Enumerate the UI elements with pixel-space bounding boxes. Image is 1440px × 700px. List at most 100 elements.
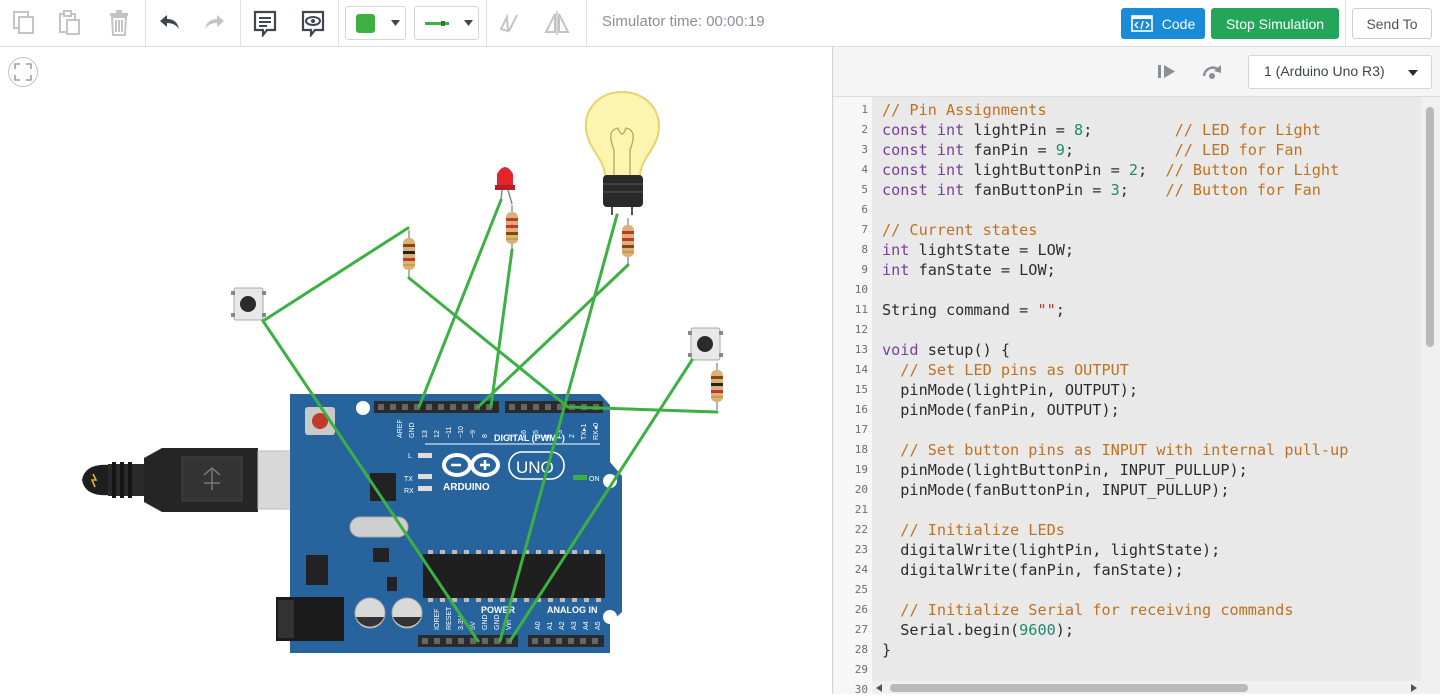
code-icon <box>1130 15 1153 32</box>
svg-text:L: L <box>408 453 412 460</box>
code-line[interactable]: digitalWrite(fanPin, fanState); <box>882 560 1183 580</box>
horizontal-scrollbar[interactable] <box>872 681 1421 694</box>
code-line[interactable]: const int fanButtonPin = 3; // Button fo… <box>882 180 1321 200</box>
svg-text:A1: A1 <box>547 621 554 630</box>
scroll-right-icon[interactable] <box>1411 684 1417 692</box>
line-number: 9 <box>861 263 868 276</box>
line-number-gutter: 1 2 3 4 5 6 7 8 9 10 11 12 13 14 15 16 17 18 19 20 21 22 23 24 2… <box>834 97 872 696</box>
circuit-canvas[interactable]: AREF GND 13 12 ~11 ~10 ~9 8 7 ~6 ~5 4 ~3… <box>0 47 832 694</box>
code-token: ); <box>1055 621 1075 639</box>
svg-text:IOREF: IOREF <box>434 609 441 630</box>
resistor-3[interactable] <box>622 218 634 265</box>
resistor-4[interactable] <box>711 363 723 410</box>
code-token: fanPin = <box>964 141 1056 159</box>
scroll-left-icon[interactable] <box>876 684 882 692</box>
line-number: 30 <box>854 683 868 696</box>
notes-icon[interactable] <box>248 6 282 40</box>
chevron-down-icon <box>391 20 400 26</box>
svg-text:ANALOG IN: ANALOG IN <box>547 605 598 615</box>
code-line[interactable]: // Set LED pins as OUTPUT <box>882 360 1129 380</box>
arduino-uno-board[interactable]: AREF GND 13 12 ~11 ~10 ~9 8 7 ~6 ~5 4 ~3… <box>276 394 622 653</box>
mirror-icon[interactable] <box>492 6 526 40</box>
code-line[interactable]: const int lightPin = 8; // LED for Light <box>882 120 1321 140</box>
svg-text:A5: A5 <box>595 621 602 630</box>
code-line[interactable]: int fanState = LOW; <box>882 260 1056 280</box>
code-token: lightButtonPin = <box>964 161 1129 179</box>
copy-icon[interactable] <box>7 6 41 40</box>
code-token: const int <box>882 181 965 199</box>
code-line[interactable]: } <box>882 640 891 660</box>
code-line[interactable]: int lightState = LOW; <box>882 240 1074 260</box>
svg-text:TX▸1: TX▸1 <box>581 424 588 440</box>
svg-text:12: 12 <box>434 430 441 438</box>
code-line[interactable]: // Current states <box>882 220 1037 240</box>
code-button[interactable]: Code <box>1121 8 1205 39</box>
code-line[interactable]: const int fanPin = 9; // LED for Fan <box>882 140 1303 160</box>
color-dropdown[interactable] <box>345 6 406 40</box>
device-select[interactable]: 1 (Arduino Uno R3) <box>1248 55 1432 89</box>
simulator-time: Simulator time: 00:00:19 <box>602 13 765 30</box>
code-line[interactable]: pinMode(lightPin, OUTPUT); <box>882 380 1138 400</box>
code-line[interactable]: // Initialize Serial for receiving comma… <box>882 600 1293 620</box>
color-swatch <box>356 14 375 33</box>
code-editor[interactable]: // Pin Assignments const int lightPin = 8… <box>872 97 1422 687</box>
code-line[interactable]: const int lightButtonPin = 2; // Button … <box>882 160 1339 180</box>
step-icon[interactable] <box>1158 64 1176 79</box>
code-token: // Pin Assignments <box>882 101 1047 119</box>
line-number: 28 <box>854 643 868 656</box>
code-token: const int <box>882 141 965 159</box>
code-line[interactable]: pinMode(fanButtonPin, INPUT_PULLUP); <box>882 480 1229 500</box>
svg-text:GND: GND <box>482 614 489 630</box>
code-token: } <box>882 641 892 659</box>
code-token: ; <box>1119 181 1166 199</box>
wire-style-dropdown[interactable] <box>414 6 479 40</box>
resistor-1[interactable] <box>403 230 415 278</box>
push-button-light[interactable] <box>231 287 266 321</box>
debugger-icon[interactable] <box>1201 62 1223 80</box>
code-button-label: Code <box>1161 15 1196 32</box>
code-token: // Button for Light <box>1165 161 1340 179</box>
code-line[interactable]: // Pin Assignments <box>882 100 1047 120</box>
code-line[interactable]: Serial.begin(9600); <box>882 620 1074 640</box>
svg-text:A0: A0 <box>535 621 542 630</box>
trash-icon[interactable] <box>102 6 136 40</box>
vertical-scrollbar[interactable] <box>1421 97 1440 694</box>
code-token: const int <box>882 121 965 139</box>
svg-text:AREF: AREF <box>397 419 404 438</box>
scrollbar-thumb[interactable] <box>1426 107 1434 347</box>
code-line[interactable]: String command = ""; <box>882 300 1065 320</box>
svg-text:~11: ~11 <box>446 427 453 438</box>
line-number: 16 <box>854 403 868 416</box>
code-line[interactable]: pinMode(fanPin, OUTPUT); <box>882 400 1119 420</box>
code-line[interactable]: // Set button pins as INPUT with interna… <box>882 440 1348 460</box>
code-line[interactable]: pinMode(lightButtonPin, INPUT_PULLUP); <box>882 460 1247 480</box>
code-token: 9 <box>1055 141 1065 159</box>
code-line[interactable]: digitalWrite(lightPin, lightState); <box>882 540 1220 560</box>
code-line[interactable]: void setup() { <box>882 340 1010 360</box>
code-token: // LED for Fan <box>1174 141 1303 159</box>
line-number: 25 <box>854 583 868 596</box>
redo-icon[interactable] <box>198 6 232 40</box>
red-led[interactable] <box>495 167 515 205</box>
flip-icon[interactable] <box>540 6 574 40</box>
code-token: // LED for Light <box>1174 121 1321 139</box>
code-token: const int <box>882 161 965 179</box>
line-number: 22 <box>854 523 868 536</box>
send-to-button[interactable]: Send To <box>1352 8 1432 39</box>
paste-icon[interactable] <box>53 6 87 40</box>
code-token: pinMode(lightPin, OUTPUT); <box>882 381 1139 399</box>
line-number: 1 <box>861 103 868 116</box>
push-button-fan[interactable] <box>688 327 723 361</box>
undo-icon[interactable] <box>152 6 186 40</box>
code-line[interactable]: // Initialize LEDs <box>882 520 1065 540</box>
resistor-2[interactable] <box>506 205 518 250</box>
svg-text:ARDUINO: ARDUINO <box>443 482 490 493</box>
stop-simulation-button[interactable]: Stop Simulation <box>1211 8 1339 39</box>
code-header: 1 (Arduino Uno R3) <box>833 47 1440 97</box>
light-bulb[interactable] <box>584 90 660 215</box>
code-token: pinMode(fanButtonPin, INPUT_PULLUP); <box>882 481 1230 499</box>
scrollbar-thumb[interactable] <box>890 684 1248 692</box>
view-icon[interactable] <box>296 6 330 40</box>
